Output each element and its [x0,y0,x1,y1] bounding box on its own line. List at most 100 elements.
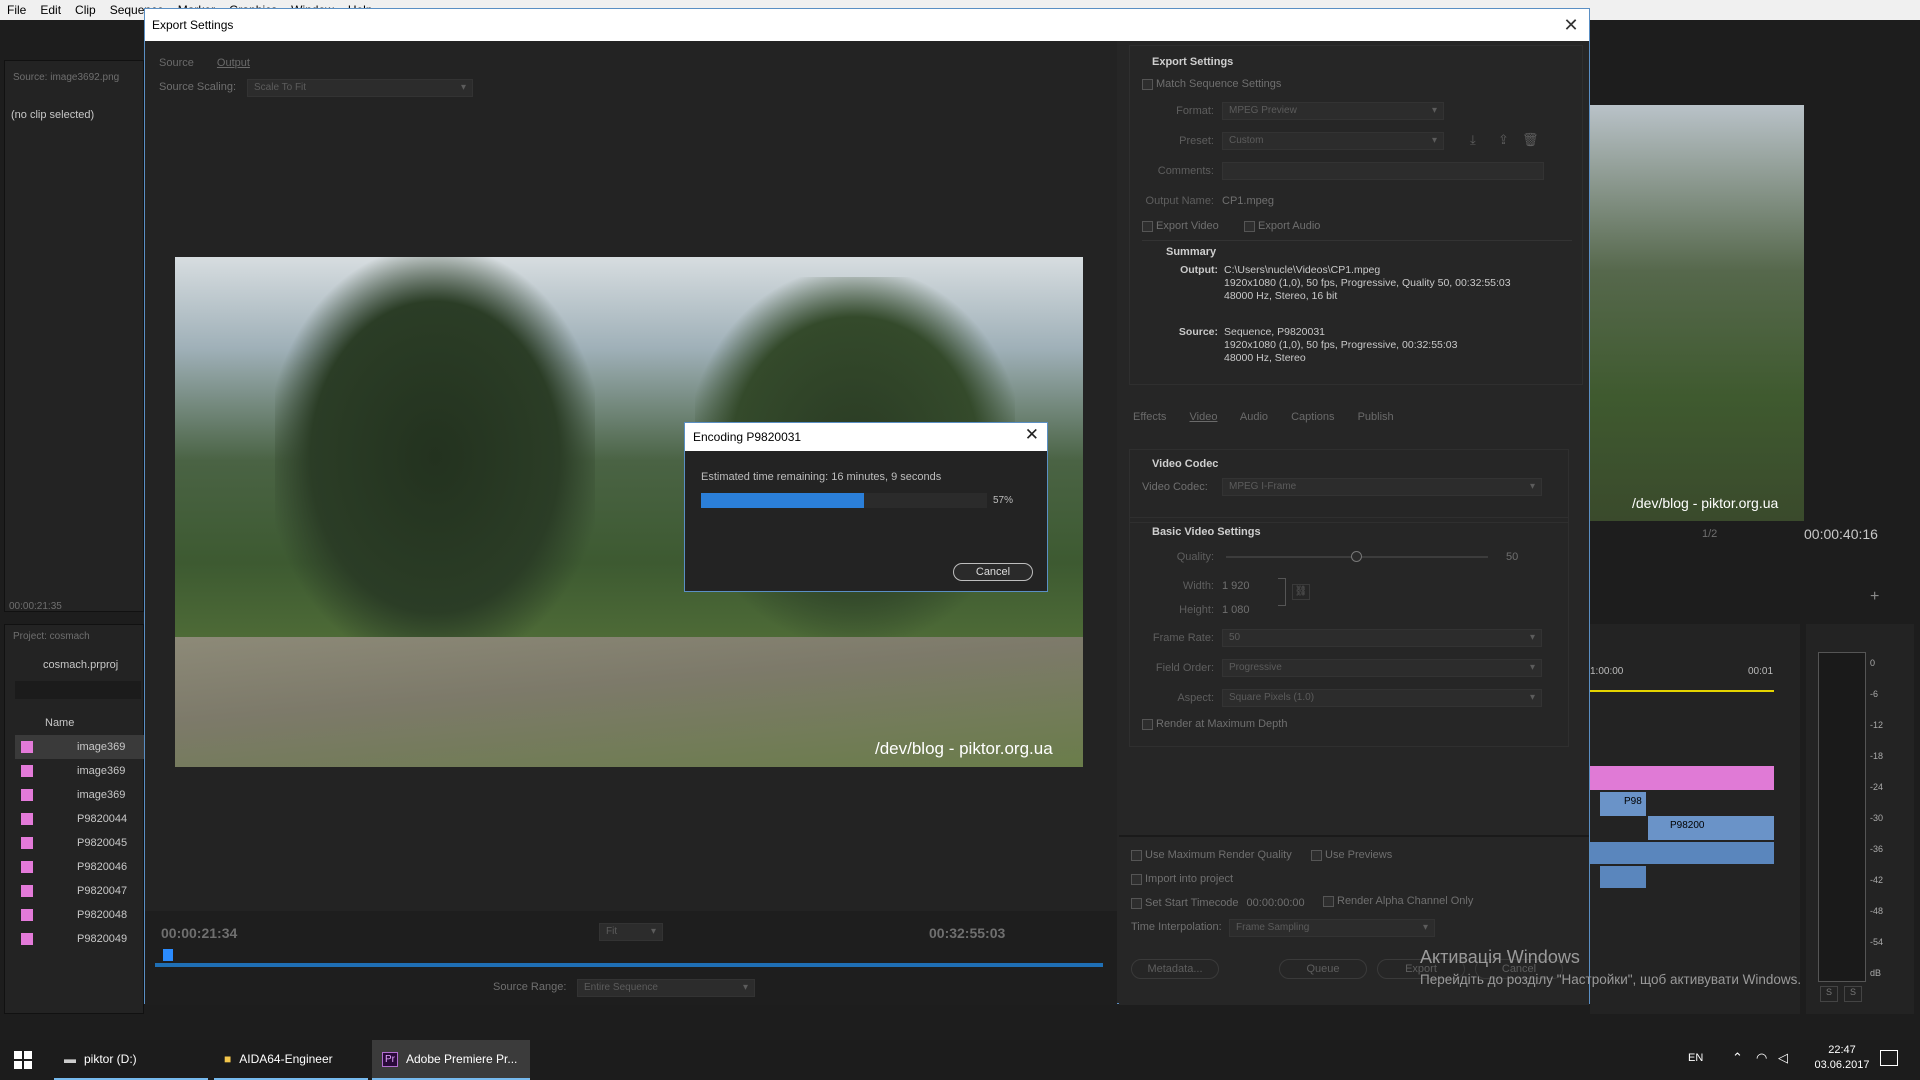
taskbar-item-premiere[interactable]: Pr Adobe Premiere Pr... [372,1040,530,1080]
activation-message: Перейдіть до розділу "Настройки", щоб ак… [1420,972,1802,987]
video-codec-group: Video Codec Video Codec: MPEG I-Frame ▾ [1129,449,1569,523]
export-video-checkbox[interactable]: Export Video [1142,220,1219,232]
format-select[interactable]: MPEG Preview ▾ [1222,102,1444,120]
set-start-tc-checkbox[interactable]: Set Start Timecode 00:00:00:00 [1131,897,1305,909]
save-preset-icon[interactable]: ⤓ [1470,132,1476,148]
source-range-bar[interactable] [155,963,1103,967]
list-item[interactable]: image369 [15,759,145,783]
wifi-icon[interactable]: ◠ [1756,1050,1767,1066]
render-max-depth-checkbox[interactable]: Render at Maximum Depth [1142,718,1287,730]
taskbar: ▬ piktor (D:) ■ AIDA64-Engineer Pr Adobe Pr… [0,1040,1920,1080]
video-codec-select[interactable]: MPEG I-Frame ▾ [1222,478,1542,496]
tab-audio[interactable]: Audio [1240,411,1268,423]
field-order-select[interactable]: Progressive ▾ [1222,659,1542,677]
export-audio-checkbox[interactable]: Export Audio [1244,220,1320,232]
audio-meter [1818,652,1866,982]
name-column-header[interactable]: Name [45,717,74,729]
source-scaling-select[interactable]: Scale To Fit ▾ [247,79,473,97]
clock[interactable]: 22:47 03.06.2017 [1812,1044,1872,1071]
windows-start-icon[interactable] [14,1051,32,1069]
program-timecode[interactable]: 00:00:40:16 [1804,526,1878,542]
use-previews-checkbox[interactable]: Use Previews [1311,849,1392,861]
tab-source[interactable]: Source [159,57,194,69]
activation-title: Активація Windows [1420,947,1580,967]
list-item[interactable]: image369 [15,783,145,807]
output-name-link[interactable]: CP1.mpeg [1222,195,1274,207]
meter-tick: -12 [1870,720,1884,730]
list-item[interactable]: image369 [15,735,145,759]
list-item[interactable]: P9820046 [15,855,145,879]
tab-effects[interactable]: Effects [1133,411,1166,423]
taskbar-item-aida[interactable]: ■ AIDA64-Engineer [214,1040,368,1080]
tab-captions[interactable]: Captions [1291,411,1334,423]
current-timecode[interactable]: 00:00:21:34 [161,925,237,941]
label-color-swatch [21,741,33,753]
taskbar-item-drive[interactable]: ▬ piktor (D:) [54,1040,208,1080]
quality-slider[interactable] [1226,551,1488,562]
import-preset-icon[interactable]: ⇪ [1498,132,1509,148]
tab-output[interactable]: Output [217,57,250,69]
playhead-handle[interactable] [163,949,173,961]
time-interp-select[interactable]: Frame Sampling ▾ [1229,919,1435,937]
timeline-clip-audio[interactable] [1600,866,1646,888]
export-settings-heading: Export Settings [1152,56,1234,68]
cancel-button[interactable]: Cancel [953,563,1033,581]
menu-file[interactable]: File [0,3,33,17]
menu-clip[interactable]: Clip [68,3,103,17]
aspect-select[interactable]: Square Pixels (1.0) ▾ [1222,689,1542,707]
codec-tabs: Effects Video Audio Captions Publish [1133,411,1414,423]
timeline-clip-audio[interactable] [1590,842,1774,864]
width-value[interactable]: 1 920 [1222,580,1250,592]
timeline-clip-video[interactable]: P98 [1600,792,1646,816]
match-sequence-checkbox[interactable]: Match Sequence Settings [1142,78,1281,90]
list-item[interactable]: P9820049 [15,927,145,951]
clock-time: 22:47 [1828,1044,1856,1056]
quality-slider-knob[interactable] [1351,551,1362,562]
menu-edit[interactable]: Edit [33,3,68,17]
list-item[interactable]: P9820048 [15,903,145,927]
progress-percent: 57% [993,495,1014,506]
tab-video[interactable]: Video [1190,411,1218,423]
program-scale[interactable]: 1/2 [1702,528,1717,540]
source-range-select[interactable]: Entire Sequence ▾ [577,979,755,997]
close-icon[interactable]: ✕ [1025,425,1039,445]
close-icon[interactable]: ✕ [1559,13,1583,37]
comments-input[interactable] [1222,162,1544,180]
program-watermark: /dev/blog - piktor.org.ua [1632,495,1779,511]
meter-solo-button[interactable]: S [1844,986,1862,1002]
language-indicator[interactable]: EN [1688,1052,1703,1064]
import-project-checkbox[interactable]: Import into project [1131,873,1233,885]
label-color-swatch [21,909,33,921]
quality-value[interactable]: 50 [1506,551,1518,563]
list-item[interactable]: P9820045 [15,831,145,855]
label-color-swatch [21,837,33,849]
project-search-input[interactable] [15,681,141,699]
zoom-select[interactable]: Fit ▾ [599,923,663,941]
meter-solo-button[interactable]: S [1820,986,1838,1002]
label-color-swatch [21,885,33,897]
notifications-icon[interactable] [1880,1050,1898,1066]
timeline-clip-video[interactable]: P98200 [1648,816,1774,840]
timeline-clip-graphic[interactable] [1590,766,1774,790]
metadata-button[interactable]: Metadata... [1131,959,1219,979]
project-label[interactable]: Project: cosmach [13,631,90,642]
tab-publish[interactable]: Publish [1358,411,1394,423]
timeline-work-area[interactable] [1590,690,1774,692]
drive-icon: ▬ [64,1052,76,1066]
aspect-label: Aspect: [1177,692,1214,704]
volume-icon[interactable]: ◁ [1778,1050,1788,1066]
render-alpha-checkbox[interactable]: Render Alpha Channel Only [1323,895,1473,907]
list-item[interactable]: P9820044 [15,807,145,831]
timeline-end: 00:01 [1748,666,1774,677]
height-value[interactable]: 1 080 [1222,604,1250,616]
link-icon[interactable]: ⛓ [1292,584,1310,600]
delete-preset-icon[interactable]: 🗑 [1522,132,1539,148]
chevron-up-icon[interactable]: ⌃ [1732,1050,1743,1066]
encoding-dialog: Encoding P9820031 ✕ Estimated time remai… [684,422,1048,592]
list-item[interactable]: P9820047 [15,879,145,903]
frame-rate-select[interactable]: 50 ▾ [1222,629,1542,647]
queue-button[interactable]: Queue [1279,959,1367,979]
use-max-render-checkbox[interactable]: Use Maximum Render Quality [1131,849,1292,861]
add-button-icon[interactable]: + [1870,588,1879,606]
preset-select[interactable]: Custom ▾ [1222,132,1444,150]
